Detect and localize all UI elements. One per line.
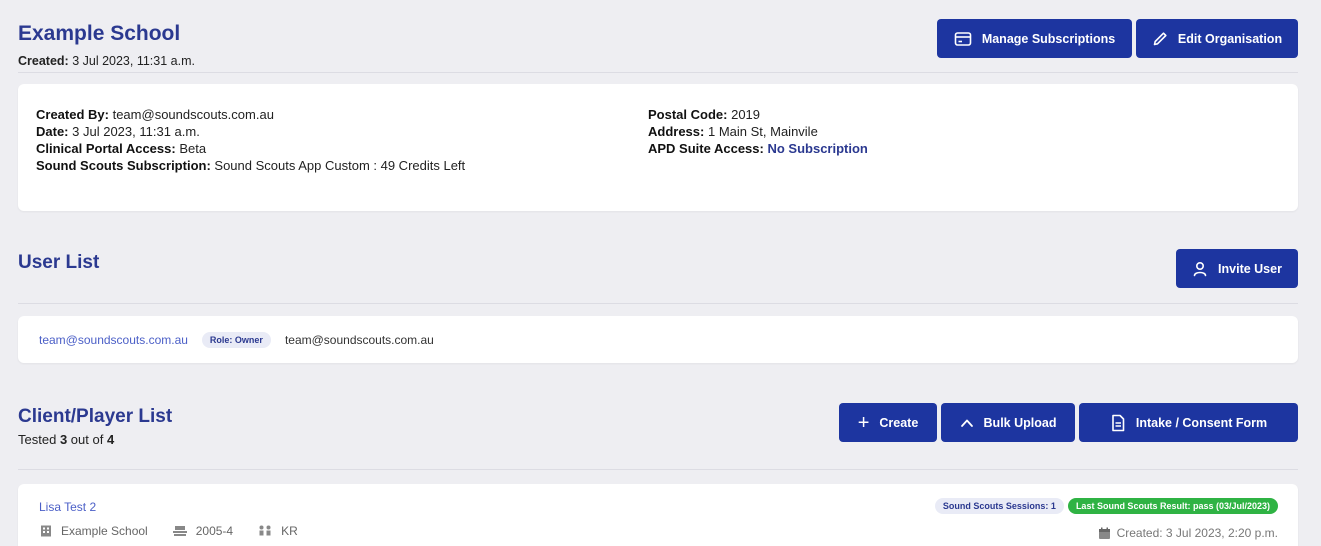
client-created: Created: 3 Jul 2023, 2:20 p.m. <box>1098 526 1278 540</box>
client-school: Example School <box>61 524 148 538</box>
client-meta: Example School 2005-4 KR <box>39 524 298 538</box>
created-by-value: team@soundscouts.com.au <box>112 107 274 122</box>
client-badges: Sound Scouts Sessions: 1 Last Sound Scou… <box>934 498 1278 514</box>
invite-user-label: Invite User <box>1218 261 1282 276</box>
date-label: Date: <box>36 124 69 139</box>
user-list-divider <box>18 303 1298 304</box>
postal-code-value: 2019 <box>731 107 761 122</box>
user-role-badge: Role: Owner <box>201 331 271 348</box>
bulk-upload-button[interactable]: Bulk Upload <box>941 403 1075 442</box>
details-right-column: Postal Code: 2019 Address: 1 Main St, Ma… <box>648 106 868 157</box>
client-list-divider <box>18 469 1298 470</box>
postal-code-row: Postal Code: 2019 <box>648 106 868 123</box>
school-icon <box>41 525 51 537</box>
result-badge: Last Sound Scouts Result: pass (03/Jul/2… <box>1067 498 1278 514</box>
client-list-title: Client/Player List <box>18 406 173 427</box>
clinical-access-label: Clinical Portal Access: <box>36 141 176 156</box>
details-left-column: Created By: team@soundscouts.com.au Date… <box>36 106 465 174</box>
sessions-badge: Sound Scouts Sessions: 1 <box>934 498 1064 514</box>
manage-subscriptions-label: Manage Subscriptions <box>981 31 1116 46</box>
year-icon <box>172 526 187 536</box>
org-created-value: 3 Jul 2023, 11:31 a.m. <box>72 54 195 68</box>
calendar-icon <box>1098 527 1110 539</box>
client-year: 2005-4 <box>195 524 234 538</box>
clinical-access-value: Beta <box>179 141 207 156</box>
client-created-date: Created: 3 Jul 2023, 2:20 p.m. <box>1116 526 1278 540</box>
postal-code-label: Postal Code: <box>648 107 728 122</box>
address-label: Address: <box>648 124 705 139</box>
tested-mid: out of <box>70 432 104 447</box>
edit-organisation-button[interactable]: Edit Organisation <box>1136 19 1298 58</box>
client-row: Lisa Test 2 Example School 2005-4 KR Sou… <box>18 484 1298 546</box>
subscription-value: Sound Scouts App Custom : 49 Credits Lef… <box>214 158 466 173</box>
user-display-email: team@soundscouts.com.au <box>284 332 434 347</box>
tested-prefix: Tested <box>18 432 57 447</box>
date-value: 3 Jul 2023, 11:31 a.m. <box>72 124 200 139</box>
invite-user-button[interactable]: Invite User <box>1176 249 1298 288</box>
client-class: KR <box>281 524 298 538</box>
header-divider <box>18 72 1298 73</box>
chevron-up-icon <box>960 419 973 427</box>
plus-icon: + <box>857 411 870 434</box>
pencil-icon <box>1153 31 1167 45</box>
address-value: 1 Main St, Mainvile <box>707 124 818 139</box>
date-row: Date: 3 Jul 2023, 11:31 a.m. <box>36 123 465 140</box>
created-by-label: Created By: <box>36 107 109 122</box>
class-group-icon <box>259 525 271 536</box>
user-list-title: User List <box>18 252 100 273</box>
tested-count: 3 <box>59 432 68 447</box>
user-icon <box>1193 261 1207 276</box>
org-created: Created: 3 Jul 2023, 11:31 a.m. <box>18 54 195 68</box>
edit-organisation-label: Edit Organisation <box>1177 31 1283 46</box>
create-client-label: Create <box>879 415 919 430</box>
manage-subscriptions-button[interactable]: Manage Subscriptions <box>937 19 1132 58</box>
address-row: Address: 1 Main St, Mainvile <box>648 123 868 140</box>
org-created-label: Created: <box>18 54 69 68</box>
org-details-card: Created By: team@soundscouts.com.au Date… <box>18 84 1298 211</box>
apd-access-row: APD Suite Access: No Subscription <box>648 140 868 157</box>
document-icon <box>1112 414 1125 431</box>
intake-consent-button[interactable]: Intake / Consent Form <box>1079 403 1298 442</box>
client-name-link[interactable]: Lisa Test 2 <box>39 500 96 514</box>
user-row: team@soundscouts.com.au Role: Owner team… <box>18 316 1298 363</box>
user-email-link[interactable]: team@soundscouts.com.au <box>39 333 188 347</box>
clinical-access-row: Clinical Portal Access: Beta <box>36 140 465 157</box>
created-by-row: Created By: team@soundscouts.com.au <box>36 106 465 123</box>
apd-access-label: APD Suite Access: <box>648 141 764 156</box>
tested-total: 4 <box>106 432 115 447</box>
subscription-row: Sound Scouts Subscription: Sound Scouts … <box>36 157 465 174</box>
tested-summary: Tested 3 out of 4 <box>18 432 114 447</box>
apd-access-link[interactable]: No Subscription <box>767 141 867 156</box>
intake-consent-label: Intake / Consent Form <box>1135 415 1268 430</box>
subscription-label: Sound Scouts Subscription: <box>36 158 211 173</box>
org-title: Example School <box>18 22 181 45</box>
create-client-button[interactable]: + Create <box>839 403 937 442</box>
credit-card-icon <box>954 31 972 46</box>
bulk-upload-label: Bulk Upload <box>983 415 1057 430</box>
